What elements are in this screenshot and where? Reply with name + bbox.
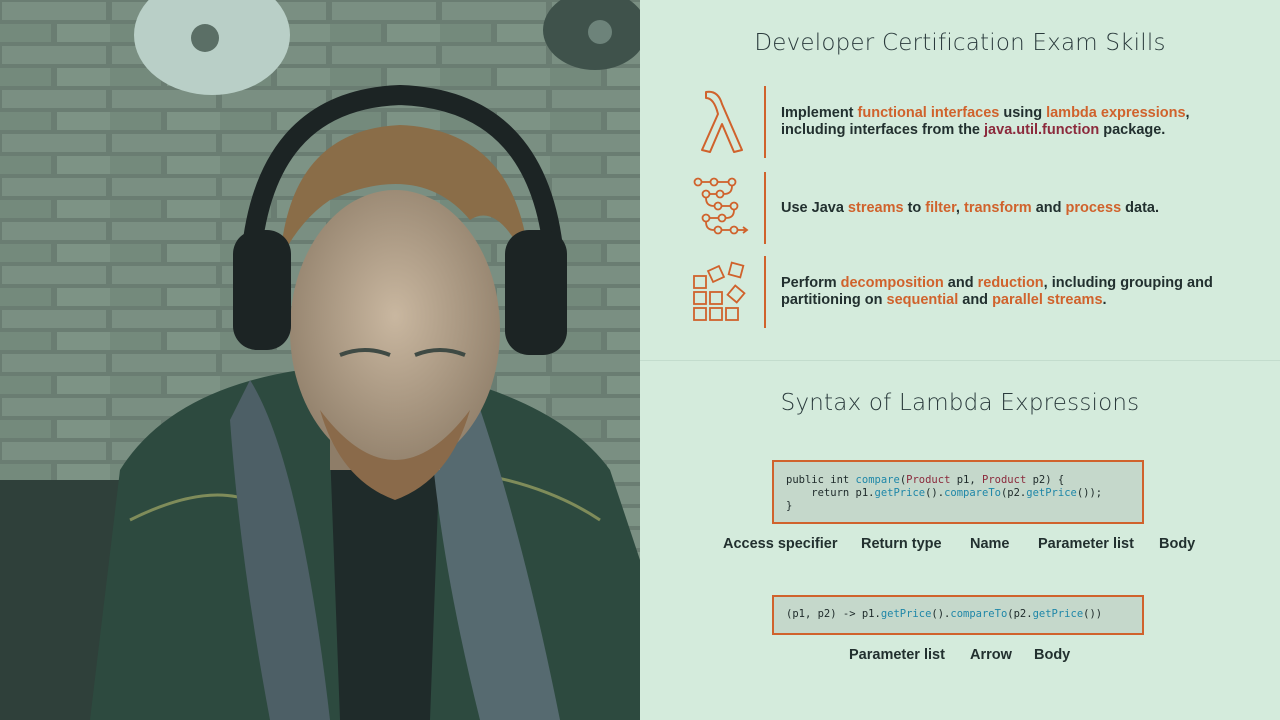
skill-text: Implement functional interfaces using la…: [781, 86, 1241, 158]
lambda-code-block: (p1, p2) -> p1.getPrice().compareTo(p2.g…: [772, 595, 1144, 635]
grouping-blocks-icon: [688, 256, 756, 328]
plain-text: including interfaces from the: [781, 122, 984, 138]
lambda-icon: [688, 86, 756, 158]
code-token: p1,: [950, 474, 982, 486]
code-token: public int: [786, 474, 856, 486]
highlight-text: java.util.function: [984, 122, 1099, 138]
highlight-text: sequential: [887, 292, 959, 308]
slide-panel: Developer Certification Exam Skills Impl…: [640, 0, 1280, 720]
code-token: ().: [925, 487, 944, 499]
plain-text: Implement: [781, 105, 858, 121]
plain-text: and: [1032, 200, 1066, 216]
highlight-text: reduction: [978, 275, 1044, 291]
plain-text: ,: [956, 200, 964, 216]
method-code-block: public int compare(Product p1, Product p…: [772, 460, 1144, 524]
section-title-exam-skills: Developer Certification Exam Skills: [640, 30, 1280, 56]
code-token: (p2.: [1007, 608, 1032, 620]
code-token: getPrice: [881, 608, 932, 620]
label-parameter-list: Parameter list: [849, 647, 945, 663]
plain-text: and: [958, 292, 992, 308]
skill-text: Perform decomposition and reduction, inc…: [781, 256, 1241, 328]
code-token: compare: [856, 474, 900, 486]
highlight-text: decomposition: [841, 275, 944, 291]
plain-text: , including grouping and: [1044, 275, 1213, 291]
highlight-text: filter: [925, 200, 956, 216]
plain-text: and: [944, 275, 978, 291]
code-token: compareTo: [944, 487, 1001, 499]
code-token: p2) {: [1026, 474, 1064, 486]
code-token: ()): [1083, 608, 1102, 620]
code-token: compareTo: [950, 608, 1007, 620]
code-token: return p1.: [786, 487, 875, 499]
label-return-type: Return type: [861, 536, 942, 552]
presenter-video: [0, 0, 640, 720]
lambda-labels: Parameter list Arrow Body: [640, 647, 1280, 667]
code-token: }: [786, 500, 792, 512]
code-token: (p1, p2) -> p1.: [786, 608, 881, 620]
highlight-text: process: [1066, 200, 1122, 216]
section-title-lambda-syntax: Syntax of Lambda Expressions: [640, 390, 1280, 416]
label-body: Body: [1159, 536, 1195, 552]
code-line: (p1, p2) -> p1.getPrice().compareTo(p2.g…: [786, 608, 1130, 621]
section-divider: [640, 360, 1280, 361]
plain-text: to: [904, 200, 926, 216]
code-token: (p2.: [1001, 487, 1026, 499]
code-line: public int compare(Product p1, Product p…: [786, 474, 1130, 487]
code-token: ().: [931, 608, 950, 620]
code-token: ());: [1077, 487, 1102, 499]
highlight-text: lambda expressions: [1046, 105, 1185, 121]
highlight-text: streams: [848, 200, 904, 216]
label-body: Body: [1034, 647, 1070, 663]
code-token: getPrice: [1026, 487, 1077, 499]
skill-divider: [764, 256, 766, 328]
skill-item-functional-interfaces: Implement functional interfaces using la…: [688, 86, 1248, 158]
code-token: Product: [982, 474, 1026, 486]
plain-text: using: [999, 105, 1046, 121]
plain-text: Use Java: [781, 200, 848, 216]
label-parameter-list: Parameter list: [1038, 536, 1134, 552]
code-token: getPrice: [875, 487, 926, 499]
presenter-photo: [0, 0, 640, 720]
highlight-text: functional interfaces: [858, 105, 1000, 121]
skill-item-decomposition-reduction: Perform decomposition and reduction, inc…: [688, 256, 1248, 328]
skill-item-java-streams: Use Java streams to filter, transform an…: [688, 172, 1248, 244]
skill-divider: [764, 86, 766, 158]
code-line: return p1.getPrice().compareTo(p2.getPri…: [786, 487, 1130, 500]
skill-text: Use Java streams to filter, transform an…: [781, 172, 1241, 244]
plain-text: data.: [1121, 200, 1159, 216]
stream-flow-icon: [688, 172, 756, 244]
code-token: getPrice: [1033, 608, 1084, 620]
highlight-text: parallel streams: [992, 292, 1102, 308]
plain-text: ,: [1186, 105, 1190, 121]
method-labels: Access specifier Return type Name Parame…: [640, 536, 1280, 556]
plain-text: Perform: [781, 275, 841, 291]
code-line: }: [786, 500, 1130, 513]
plain-text: .: [1103, 292, 1107, 308]
plain-text: partitioning on: [781, 292, 887, 308]
label-access-specifier: Access specifier: [723, 536, 837, 552]
code-token: Product: [906, 474, 950, 486]
skill-divider: [764, 172, 766, 244]
label-name: Name: [970, 536, 1010, 552]
plain-text: package.: [1099, 122, 1165, 138]
label-arrow: Arrow: [970, 647, 1012, 663]
highlight-text: transform: [964, 200, 1032, 216]
